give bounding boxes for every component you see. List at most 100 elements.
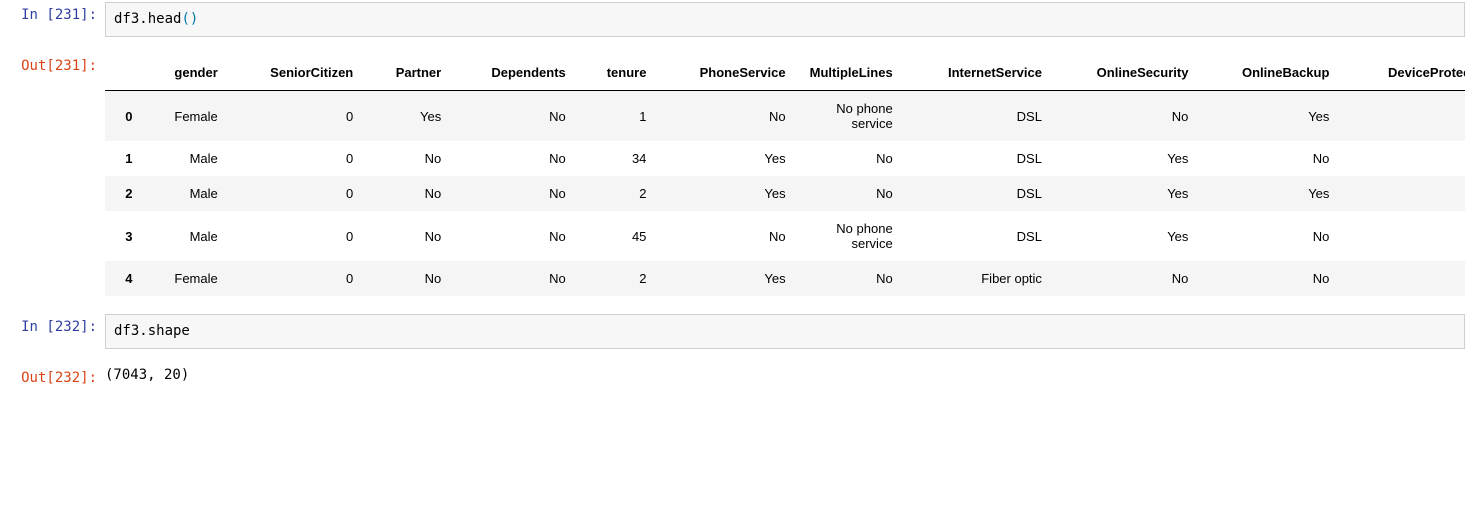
cell: Yes (365, 91, 453, 142)
cell: No (365, 141, 453, 176)
cell: DSL (905, 176, 1054, 211)
cell: 2 (578, 176, 659, 211)
cell: 2 (578, 261, 659, 296)
col-header: SeniorCitizen (230, 55, 366, 91)
index-header (105, 55, 145, 91)
table-row: 3 Male 0 No No 45 No No phone service DS… (105, 211, 1465, 261)
row-index: 2 (105, 176, 145, 211)
col-header: MultipleLines (798, 55, 905, 91)
code-paren-open: ( (181, 11, 189, 27)
row-index: 4 (105, 261, 145, 296)
cell: No (1341, 176, 1465, 211)
in-prompt: In [231]: (0, 0, 105, 23)
cell: DSL (905, 141, 1054, 176)
table-scroll-container[interactable]: gender SeniorCitizen Partner Dependents … (105, 55, 1465, 296)
cell: No (1200, 141, 1341, 176)
cell: 45 (578, 211, 659, 261)
code-func: head (148, 11, 182, 27)
cell: Yes (1054, 176, 1200, 211)
cell: No (453, 211, 578, 261)
out-number: 232 (55, 370, 80, 386)
cell: Female (145, 261, 230, 296)
code-text: df3.shape (114, 323, 190, 339)
cell-in-232: In [232]: df3.shape (0, 312, 1475, 351)
dataframe-table: gender SeniorCitizen Partner Dependents … (105, 55, 1465, 296)
col-header: gender (145, 55, 230, 91)
out-label-prefix: Out[ (21, 370, 55, 386)
col-header: InternetService (905, 55, 1054, 91)
code-paren-close: ) (190, 11, 198, 27)
cell: No (365, 211, 453, 261)
out-html: gender SeniorCitizen Partner Dependents … (105, 51, 1475, 300)
in-number: 232 (55, 319, 80, 335)
cell: Male (145, 141, 230, 176)
code-dot: . (139, 11, 147, 27)
cell: No (1200, 211, 1341, 261)
cell: 1 (578, 91, 659, 142)
col-header: Partner (365, 55, 453, 91)
cell: Yes (1200, 91, 1341, 142)
cell: Yes (1200, 176, 1341, 211)
row-index: 1 (105, 141, 145, 176)
cell: No (658, 211, 797, 261)
cell: No phone service (798, 91, 905, 142)
in-number: 231 (55, 7, 80, 23)
table-row: 0 Female 0 Yes No 1 No No phone service … (105, 91, 1465, 142)
cell: DSL (905, 211, 1054, 261)
cell: Yes (658, 176, 797, 211)
code-input[interactable]: df3.shape (105, 314, 1465, 349)
cell: No (453, 141, 578, 176)
col-header: DeviceProtection (1341, 55, 1465, 91)
col-header: OnlineBackup (1200, 55, 1341, 91)
cell: 0 (230, 91, 366, 142)
output-text: (7043, 20) (105, 367, 189, 383)
in-label-suffix: ]: (80, 319, 97, 335)
cell: No (453, 91, 578, 142)
cell: No (798, 141, 905, 176)
cell-in-231: In [231]: df3.head() (0, 0, 1475, 39)
cell: No (453, 176, 578, 211)
cell: No (798, 261, 905, 296)
in-label-prefix: In [ (21, 7, 55, 23)
out-prompt: Out[232]: (0, 363, 105, 386)
code-input[interactable]: df3.head() (105, 2, 1465, 37)
cell: No (1341, 91, 1465, 142)
cell: Yes (1054, 141, 1200, 176)
cell: Yes (658, 261, 797, 296)
code-var: df3 (114, 11, 139, 27)
col-header: OnlineSecurity (1054, 55, 1200, 91)
out-prompt: Out[231]: (0, 51, 105, 74)
cell: No (365, 176, 453, 211)
cell: Yes (1341, 141, 1465, 176)
cell: No (1054, 91, 1200, 142)
cell: No phone service (798, 211, 905, 261)
in-label-prefix: In [ (21, 319, 55, 335)
col-header: tenure (578, 55, 659, 91)
out-label-suffix: ]: (80, 58, 97, 74)
cell: No (453, 261, 578, 296)
table-row: 4 Female 0 No No 2 Yes No Fiber optic No… (105, 261, 1465, 296)
out-text: (7043, 20) (105, 363, 1475, 387)
cell: Male (145, 211, 230, 261)
cell: No (798, 176, 905, 211)
cell: 0 (230, 176, 366, 211)
cell-out-232: Out[232]: (7043, 20) (0, 363, 1475, 387)
table-header-row: gender SeniorCitizen Partner Dependents … (105, 55, 1465, 91)
row-index: 3 (105, 211, 145, 261)
col-header: Dependents (453, 55, 578, 91)
cell: Yes (658, 141, 797, 176)
cell: Fiber optic (905, 261, 1054, 296)
row-index: 0 (105, 91, 145, 142)
cell: Yes (1341, 211, 1465, 261)
cell: No (1341, 261, 1465, 296)
col-header: PhoneService (658, 55, 797, 91)
cell: 0 (230, 141, 366, 176)
out-number: 231 (55, 58, 80, 74)
cell: 0 (230, 261, 366, 296)
out-label-prefix: Out[ (21, 58, 55, 74)
cell: No (1054, 261, 1200, 296)
cell-out-231: Out[231]: gender SeniorCitizen Partner D… (0, 51, 1475, 300)
cell: No (1200, 261, 1341, 296)
in-prompt: In [232]: (0, 312, 105, 335)
table-row: 2 Male 0 No No 2 Yes No DSL Yes Yes No (105, 176, 1465, 211)
